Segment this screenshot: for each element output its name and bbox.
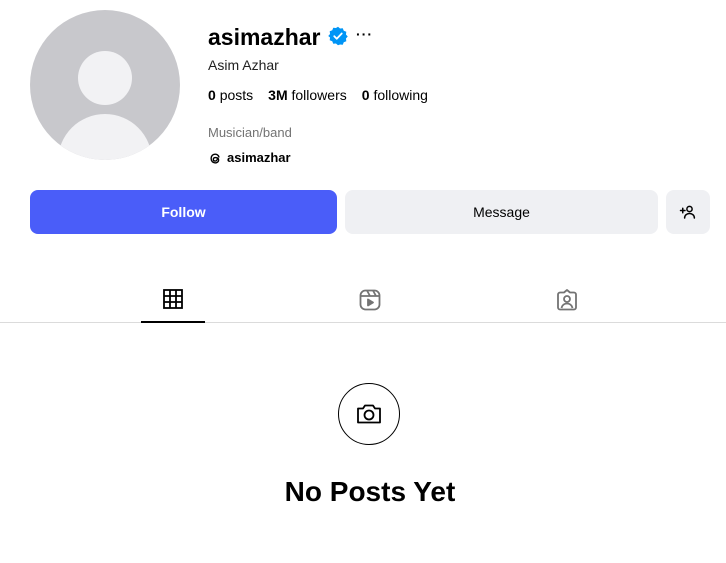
stat-posts[interactable]: 0 posts [208,87,253,104]
avatar-placeholder-body [58,114,152,160]
profile-avatar[interactable] [30,10,180,160]
add-person-icon [679,205,696,219]
avatar-placeholder-head [78,51,132,105]
threads-handle: asimazhar [227,150,291,165]
profile-username: asimazhar [208,24,321,50]
message-button[interactable]: Message [345,190,658,234]
tagged-icon [557,289,577,311]
threads-icon [210,152,220,164]
tab-reels[interactable] [338,280,402,322]
stat-posts-label: posts [219,87,254,103]
camera-icon [357,404,381,424]
threads-link[interactable]: asimazhar [208,150,291,166]
stat-followers-label: followers [291,87,347,103]
profile-category: Musician/band [208,125,292,140]
stat-posts-value: 0 [208,87,216,103]
empty-state-title: No Posts Yet [284,476,456,507]
grid-icon [163,289,183,309]
tab-tagged[interactable] [535,280,599,322]
reels-icon [359,289,381,311]
verified-badge-icon [328,26,348,46]
suggest-users-button[interactable] [666,190,710,234]
profile-tabs [0,280,726,323]
profile-stats: 0 posts 3M followers 0 following [208,87,443,104]
follow-button[interactable]: Follow [30,190,337,234]
stat-followers[interactable]: 3M followers [268,87,347,104]
more-options-button[interactable]: ··· [356,27,373,41]
empty-state-camera [338,383,400,445]
stat-followers-value: 3M [268,87,288,103]
profile-full-name: Asim Azhar [208,57,279,73]
stat-following-label: following [373,87,428,103]
stat-following[interactable]: 0 following [362,87,428,104]
stat-following-value: 0 [361,87,370,103]
tab-posts[interactable] [141,280,205,323]
